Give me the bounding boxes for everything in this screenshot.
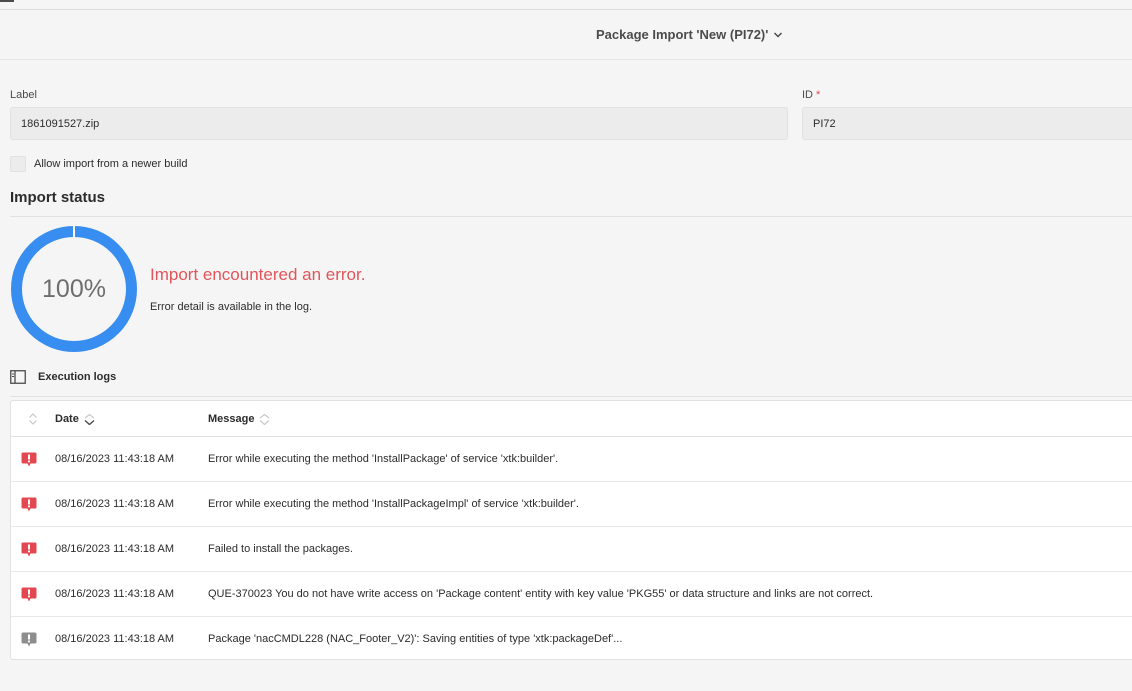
progress-percent-label: 100% [42,274,106,303]
import-error-detail: Error detail is available in the log. [150,301,313,313]
execution-logs-title: Execution logs [38,371,117,383]
id-field[interactable] [802,107,1132,140]
row-message: QUE-370023 You do not have write access … [208,588,874,600]
error-icon [21,497,37,512]
chevron-down-icon [774,31,783,38]
row-date: 08/16/2023 11:43:18 AM [55,588,175,600]
sort-descending-icon [84,413,95,425]
error-icon [21,542,37,557]
column-header-message[interactable]: Message [208,413,270,425]
page-header: Package Import 'New (PI72)' [0,10,1132,60]
execution-logs-header: Execution logs [10,370,116,384]
label-field-caption: Label [10,89,37,101]
error-icon [21,452,37,467]
column-date-label: Date [55,413,79,425]
row-date: 08/16/2023 11:43:18 AM [55,453,175,465]
sort-icon [260,413,270,425]
info-icon [21,632,37,647]
import-status-heading: Import status [10,189,106,206]
import-error-message: Import encountered an error. [150,265,366,284]
table-row[interactable]: 08/16/2023 11:43:18 AM Error while execu… [11,437,1132,482]
import-status-divider [10,216,1132,217]
table-row[interactable]: 08/16/2023 11:43:18 AM QUE-370023 You do… [11,572,1132,617]
execution-logs-table: Date Message 08/16/2023 11:43:18 AM Erro… [10,400,1132,660]
table-header: Date Message [11,401,1132,437]
error-icon [21,587,37,602]
row-message: Failed to install the packages. [208,543,353,555]
page-title: Package Import 'New (PI72)' [596,27,769,42]
label-field[interactable] [10,107,788,140]
row-message: Package 'nacCMDL228 (NAC_Footer_V2)': Sa… [208,633,623,645]
required-mark: * [816,89,821,101]
table-row[interactable]: 08/16/2023 11:43:18 AM Error while execu… [11,482,1132,527]
allow-newer-build-checkbox[interactable] [10,156,26,172]
id-field-caption: ID * [802,89,821,101]
row-date: 08/16/2023 11:43:18 AM [55,633,175,645]
allow-newer-build-label: Allow import from a newer build [34,158,188,170]
panel-icon [10,370,26,384]
row-date: 08/16/2023 11:43:18 AM [55,498,175,510]
allow-newer-build-option[interactable]: Allow import from a newer build [10,156,187,172]
column-header-date[interactable]: Date [55,413,95,425]
table-row[interactable]: 08/16/2023 11:43:18 AM Failed to install… [11,527,1132,572]
row-message: Error while executing the method 'Instal… [208,498,579,510]
table-row[interactable]: 08/16/2023 11:43:18 AM Package 'nacCMDL2… [11,617,1132,662]
page-title-dropdown[interactable]: Package Import 'New (PI72)' [596,27,783,42]
top-edge-mark [0,0,14,2]
column-message-label: Message [208,413,255,425]
row-message: Error while executing the method 'Instal… [208,453,559,465]
row-date: 08/16/2023 11:43:18 AM [55,543,175,555]
execution-logs-divider [10,396,1132,397]
sort-icon[interactable] [27,412,39,426]
